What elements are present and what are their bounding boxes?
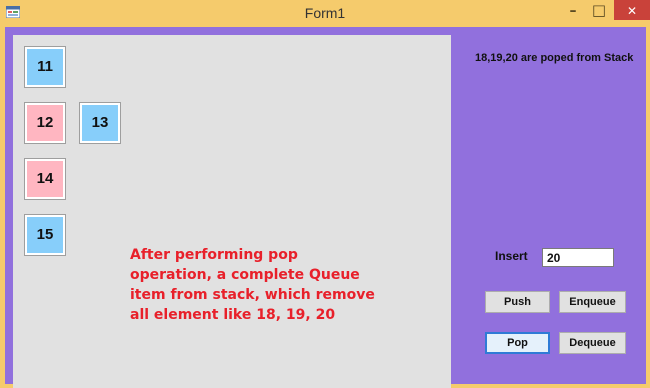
insert-input[interactable]: [542, 248, 614, 267]
close-icon: ✕: [626, 4, 638, 18]
pop-button[interactable]: Pop: [485, 332, 550, 354]
maximize-icon: □: [591, 1, 607, 19]
stack-item-box: 13: [79, 102, 121, 144]
form-window: Form1 – □ ✕ 11 12 13 14 15 After perform…: [0, 0, 650, 388]
window-title: Form1: [304, 5, 346, 21]
stack-item-box: 11: [24, 46, 66, 88]
stack-panel: 11 12 13 14 15 After performing pop oper…: [13, 35, 451, 388]
insert-label: Insert: [495, 249, 528, 263]
annotation-note: After performing pop operation, a comple…: [130, 245, 430, 325]
annotation-line: After performing pop: [130, 247, 298, 263]
title-bar[interactable]: Form1 – □ ✕: [0, 0, 650, 27]
close-button[interactable]: ✕: [614, 0, 650, 20]
minimize-icon: –: [569, 3, 577, 19]
stack-item-box: 14: [24, 158, 66, 200]
push-button[interactable]: Push: [485, 291, 550, 313]
stack-item-box: 15: [24, 214, 66, 256]
annotation-line: operation, a complete Queue: [130, 267, 360, 283]
dequeue-button[interactable]: Dequeue: [559, 332, 626, 354]
minimize-button[interactable]: –: [560, 0, 586, 20]
maximize-button[interactable]: □: [586, 0, 612, 20]
enqueue-button[interactable]: Enqueue: [559, 291, 626, 313]
form-client-area: 11 12 13 14 15 After performing pop oper…: [5, 27, 646, 388]
annotation-line: item from stack, which remove: [130, 287, 375, 303]
status-label: 18,19,20 are poped from Stack: [475, 52, 634, 64]
annotation-line: all element like 18, 19, 20: [130, 307, 336, 323]
stack-item-box: 12: [24, 102, 66, 144]
